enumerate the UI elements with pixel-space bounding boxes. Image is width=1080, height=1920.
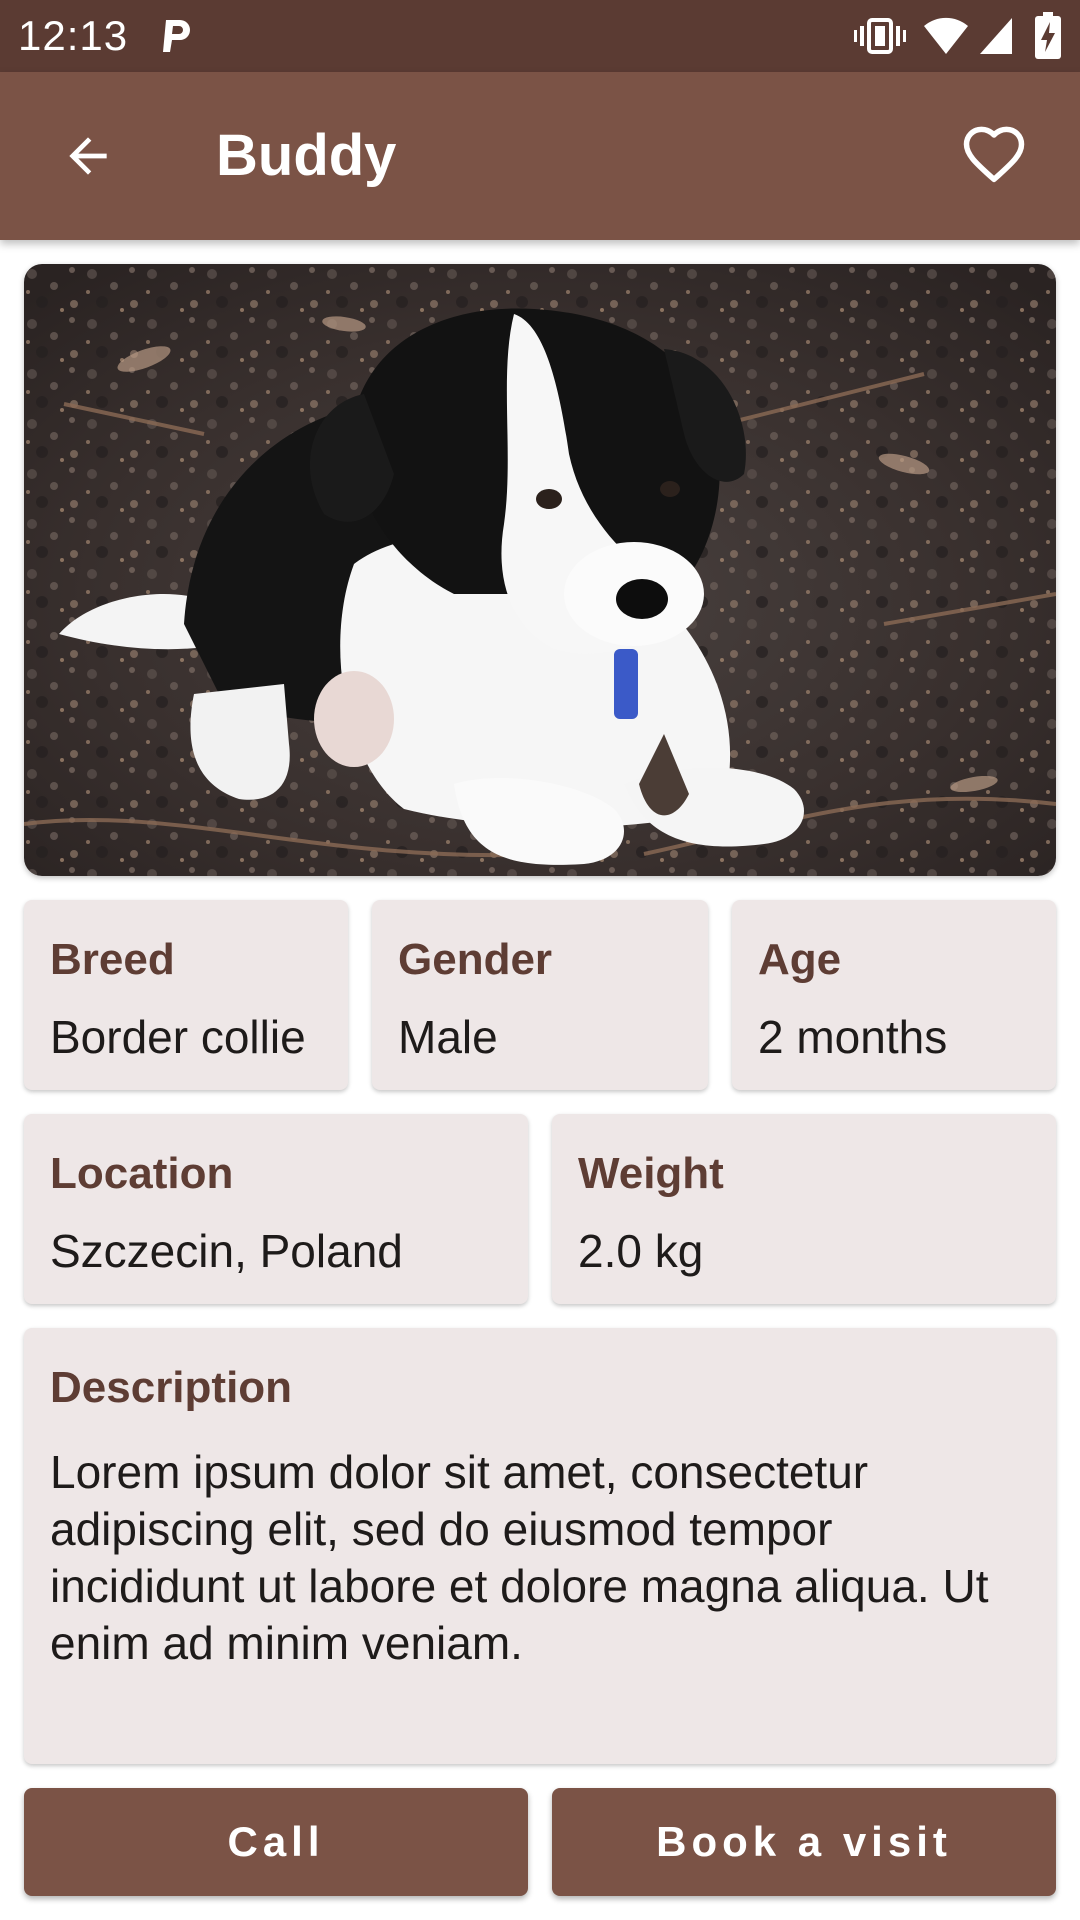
location-value: Szczecin, Poland [50,1225,403,1277]
vibrate-icon [854,16,906,56]
description-label: Description [50,1363,293,1412]
back-button[interactable] [44,112,132,200]
weight-value: 2.0 kg [578,1225,704,1277]
description-card: Description Lorem ipsum dolor sit amet, … [24,1328,1056,1764]
breed-card: Breed Border collie [24,900,348,1090]
wifi-icon [922,16,970,56]
signal-icon [978,16,1014,56]
age-value: 2 months [758,1011,948,1063]
breed-label: Breed [50,935,175,984]
battery-charging-icon [1034,12,1062,60]
arrow-back-icon [69,137,107,175]
parking-p-icon [160,16,194,56]
app-bar: Buddy [0,72,1080,240]
heart-outline-icon [963,126,1025,183]
age-label: Age [758,935,842,984]
breed-value: Border collie [50,1011,306,1063]
call-button[interactable]: Call [24,1788,528,1896]
location-card: Location Szczecin, Poland [24,1114,528,1304]
age-card: Age 2 months [732,900,1056,1090]
pet-photo [24,264,1056,876]
status-time: 12:13 [18,12,129,59]
gender-value: Male [398,1011,498,1063]
description-text: Lorem ipsum dolor sit amet, consectetur … [50,1446,989,1669]
gender-label: Gender [398,935,553,984]
weight-card: Weight 2.0 kg [552,1114,1056,1304]
weight-label: Weight [578,1149,724,1198]
gender-card: Gender Male [372,900,708,1090]
favorite-button[interactable] [950,112,1038,200]
book-visit-button[interactable]: Book a visit [552,1788,1056,1896]
page-title: Buddy [216,123,397,188]
status-bar: 12:13 [0,0,1080,72]
location-label: Location [50,1149,234,1198]
